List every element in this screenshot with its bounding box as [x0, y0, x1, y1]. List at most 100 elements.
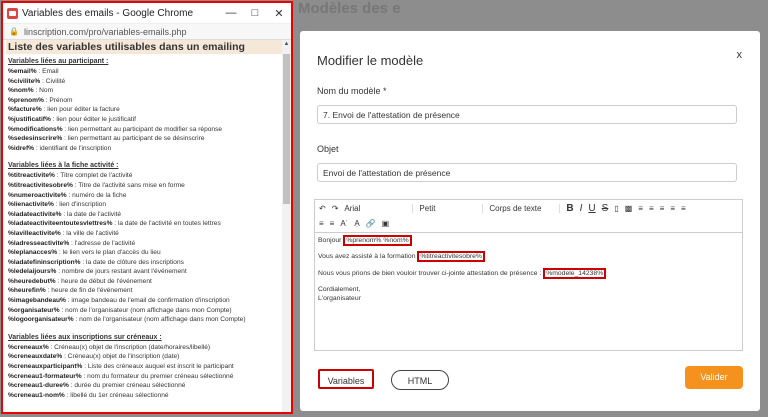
justify-icon[interactable]: ≡	[670, 204, 675, 213]
variable-row: %ladatefininscription% : la date de clôt…	[8, 258, 283, 268]
variable-description: : Liste des créneaux auquel est inscrit …	[82, 363, 234, 371]
link-icon[interactable]: 🔗	[366, 219, 376, 228]
variable-description: : Titre complet de l'activité	[54, 172, 133, 180]
variable-name: %sedesinscrire%	[8, 135, 63, 143]
align-right-icon[interactable]: ≡	[660, 204, 665, 213]
app-icon	[7, 7, 18, 19]
size-select-value: Petit	[419, 203, 436, 213]
editor-line: Nous vous prions de bien vouloir trouver…	[318, 268, 742, 279]
variable-row: %creneaux% : Créneau(x) objet de l'inscr…	[8, 343, 283, 353]
editor-toolbar: ↶ ↷ Arial Petit Corps de texte B I U S ▯…	[315, 200, 742, 233]
variable-row: %heurefin% : heure de fin de l'événement	[8, 286, 283, 296]
scrollbar[interactable]: ▲	[282, 40, 291, 412]
variable-name: %creneau1-nom%	[8, 391, 65, 399]
variable-row: %modifications% : lien permettant au par…	[8, 125, 283, 135]
variable-description: : la date de l'activité	[61, 210, 122, 218]
minimize-icon[interactable]: —	[219, 7, 243, 19]
font-select-value: Arial	[344, 203, 361, 213]
superscript-icon[interactable]: A˙	[340, 219, 348, 228]
editor-line: Cordialement,	[318, 286, 361, 293]
variable-name: %lavilleactivite%	[8, 229, 61, 237]
variable-name: %civilite%	[8, 77, 41, 85]
editor-text: Vous avez assisté à la formation	[318, 253, 418, 260]
underline-icon[interactable]: U	[588, 203, 595, 214]
variable-description: : la ville de l'activité	[60, 229, 119, 237]
variable-description: : la date de l'activité en toutes lettre…	[112, 220, 221, 228]
variable-name: %justificatif%	[8, 115, 51, 123]
template-name-input[interactable]: 7. Envoi de l'attestation de présence	[317, 105, 737, 124]
strikethrough-icon[interactable]: S	[602, 203, 609, 214]
subscript-icon[interactable]: Ạ	[354, 219, 359, 228]
variable-row: %ladateactiviteentoutesvlettres% : la da…	[8, 219, 283, 229]
variable-row: %ladresseactivite% : l'adresse de l'acti…	[8, 239, 283, 249]
variable-row: %organisateur% : nom de l'organisateur (…	[8, 306, 283, 316]
editor-line: L'organisateur	[318, 295, 361, 302]
bold-icon[interactable]: B	[566, 203, 573, 214]
maximize-icon[interactable]: □	[243, 7, 267, 19]
variable-row: %lavilleactivite% : la ville de l'activi…	[8, 229, 283, 239]
scroll-up-icon[interactable]: ▲	[282, 41, 291, 47]
variable-name: %lienactivite%	[8, 201, 54, 209]
close-icon[interactable]: x	[737, 49, 743, 61]
section-title: Variables liées à la fiche activité :	[8, 162, 119, 170]
rich-text-editor[interactable]: ↶ ↷ Arial Petit Corps de texte B I U S ▯…	[314, 199, 743, 351]
outdent-icon[interactable]: ≡	[330, 219, 335, 228]
variable-description: : Titre de l'activité sans mise en forme	[72, 181, 185, 189]
variable-name: %email%	[8, 68, 37, 75]
variable-name: %creneau1-formateur%	[8, 372, 82, 380]
font-select[interactable]: Arial	[344, 203, 414, 213]
variable-row: %heuredebut% : heure de début de l'événe…	[8, 277, 283, 287]
address-bar[interactable]: 🔒 linscription.com/pro/variables-emails.…	[3, 24, 291, 40]
variable-name: %imagebandeau%	[8, 297, 66, 305]
variable-description: : lien permettant au participant de se d…	[62, 135, 205, 143]
html-button[interactable]: HTML	[391, 370, 449, 390]
variable-description: : lien d'inscription	[53, 201, 107, 209]
variable-row: %titreactivite% : Titre complet de l'act…	[8, 171, 283, 181]
variable-row: %ledelaijours% : nombre de jours restant…	[8, 267, 283, 277]
list-icon[interactable]: ≡	[681, 204, 686, 213]
variable-name: %creneau1-duree%	[8, 382, 69, 390]
lock-icon: 🔒	[9, 27, 19, 36]
undo-icon[interactable]: ↶	[319, 204, 326, 213]
variable-description: : Créneau(x) objet de l'inscription (dat…	[62, 353, 180, 361]
variable-description: : Créneau(x) objet de l'inscription (dat…	[48, 343, 211, 351]
align-left-icon[interactable]: ≡	[638, 204, 643, 213]
variable-description: : heure de début de l'événement	[55, 277, 152, 285]
variable-description: : Civilité	[40, 77, 66, 85]
paint-icon[interactable]: ▯	[614, 204, 618, 213]
validate-button[interactable]: Valider	[685, 366, 743, 389]
image-icon[interactable]: ▣	[382, 219, 390, 228]
variable-name: %numeroactivite%	[8, 191, 67, 199]
italic-icon[interactable]: I	[580, 203, 583, 214]
indent-icon[interactable]: ≡	[319, 219, 324, 228]
variable-description: : numéro de la fiche	[66, 191, 127, 199]
close-icon[interactable]: ✕	[267, 7, 291, 20]
size-select[interactable]: Petit	[419, 203, 484, 213]
variable-row: %justificatif% : lien pour éditer le jus…	[8, 115, 283, 125]
variable-row: %prenom% : Prénom	[8, 96, 283, 106]
variable-description: : nom du formateur du premier créneau sé…	[81, 372, 234, 380]
variable-row: %creneauxdate% : Créneau(x) objet de l'i…	[8, 352, 283, 362]
editor-content[interactable]: Bonjour %prenom% %nom% Vous avez assisté…	[315, 233, 742, 303]
redo-icon[interactable]: ↷	[332, 204, 339, 213]
style-select[interactable]: Corps de texte	[489, 203, 561, 213]
text-color-icon[interactable]: ▩	[625, 204, 633, 213]
align-center-icon[interactable]: ≡	[649, 204, 654, 213]
scrollbar-thumb[interactable]	[283, 54, 290, 204]
variable-name: %logoorganisateur%	[8, 316, 74, 324]
variable-description: : Nom	[33, 87, 54, 95]
variable-description: : lien pour éditer le justificatif	[50, 115, 136, 123]
variable-highlight: %titreactivitesobre%	[417, 251, 485, 262]
variables-button[interactable]: Variables	[318, 369, 374, 389]
variable-description: : nom de l'organisateur (nom affichage d…	[73, 316, 246, 324]
variable-row: %ladateactivite% : la date de l'activité	[8, 210, 283, 220]
variable-name: %ladatefininscription%	[8, 258, 81, 266]
variable-name: %nom%	[8, 87, 34, 95]
variable-description: : nombre de jours restant avant l'événem…	[56, 268, 187, 276]
variable-description: : Prénom	[43, 96, 73, 104]
variable-description: : durée du premier créneau sélectionné	[68, 382, 186, 390]
subject-input[interactable]: Envoi de l'attestation de présence	[317, 163, 737, 182]
variable-name: %titreactivitesobre%	[8, 181, 73, 189]
edit-template-modal: Modifier le modèle x Nom du modèle * 7. …	[300, 31, 760, 411]
variable-description: : nom de l'organisateur (nom affichage d…	[59, 306, 232, 314]
